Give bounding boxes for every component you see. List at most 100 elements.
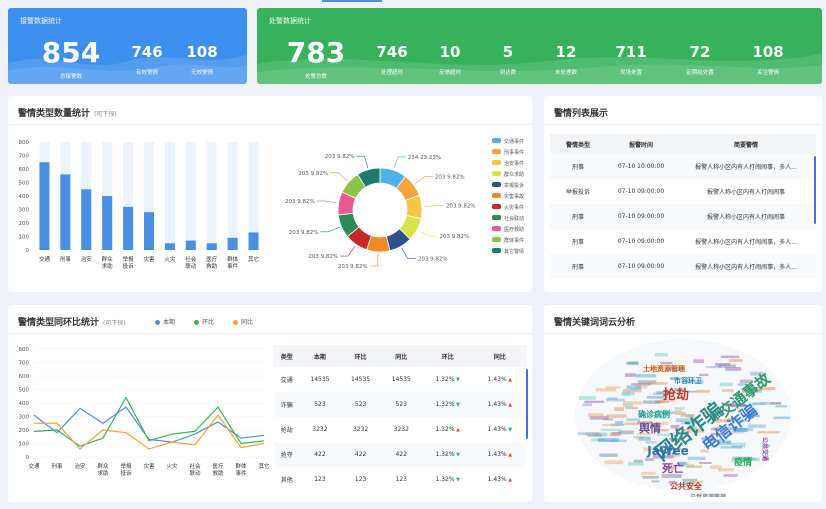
table-cell: 报警人称小区内有人打闹闹事，多人... bbox=[676, 154, 816, 179]
cloud-filler-word bbox=[626, 361, 638, 365]
card-divider bbox=[544, 333, 822, 334]
table-cell: 交通 bbox=[274, 367, 300, 392]
cell-value: 1.32% bbox=[435, 426, 455, 433]
cloud-filler-word bbox=[757, 431, 780, 434]
cloud-word: Jayfee bbox=[646, 444, 689, 458]
wordcloud-card: 警情关键词词云分析 网络诈骗 电信诈骗 交通事故 抢劫 Jayfee 舆情 死亡 疫情 公共安全… bbox=[544, 305, 822, 502]
cloud-filler-word bbox=[587, 434, 602, 437]
table-row[interactable]: 诈骗 523 523 523 1.32% ▼ 1.43% ▲ bbox=[274, 392, 526, 417]
cloud-filler-word bbox=[621, 391, 631, 396]
handle-stat-4[interactable]: 711 现场处置 bbox=[615, 45, 646, 77]
table-row[interactable]: 交通 14535 14535 14535 1.32% ▼ 1.43% ▲ bbox=[274, 367, 526, 392]
handle-stat-3[interactable]: 12 未处理数 bbox=[555, 45, 577, 77]
table-row[interactable]: 举报投诉 07-10 09:00:00 报警人称小区内有人打闹闹事 bbox=[550, 179, 816, 204]
yoy-table-scrollbar[interactable] bbox=[526, 369, 528, 439]
handle-main-stat[interactable]: 783 处警总数 bbox=[287, 39, 345, 81]
cell-value: 14535 bbox=[310, 376, 330, 383]
cell-value: 1.43% bbox=[487, 426, 507, 433]
cloud-filler-word bbox=[722, 389, 734, 392]
cloud-word: 确诊病例 bbox=[638, 409, 670, 419]
x-tick-label: 灾害 bbox=[143, 255, 155, 263]
table-row[interactable]: 刑事 07-10 09:00:00 报警人称小区内有人打闹闹事，多人... bbox=[550, 254, 816, 279]
column-header: 本期 bbox=[299, 345, 341, 367]
handle-stat-0[interactable]: 746 处理超时 bbox=[376, 45, 407, 77]
legend-label: 医疗救助 bbox=[504, 226, 524, 233]
word-cloud: 网络诈骗电信诈骗交通事故抢劫Jayfee舆情死亡 疫情公共安全土地资源管理确诊病例… bbox=[575, 339, 791, 497]
cloud-filler-word bbox=[648, 382, 668, 385]
table-row[interactable]: 抢夺 422 422 422 1.32% ▼ 1.43% ▲ bbox=[274, 442, 526, 467]
table-row[interactable]: 抢劫 3232 3232 3232 1.32% ▲ 1.43% ▼ bbox=[274, 417, 526, 442]
handle-stat-value: 5 bbox=[502, 43, 514, 61]
table-row[interactable]: 其他 123 123 123 1.32% ▼ 1.43% ▲ bbox=[274, 467, 526, 492]
cell-value: 523 bbox=[354, 401, 367, 408]
column-header: 环比 bbox=[340, 345, 381, 367]
legend-item-mom[interactable]: 环比 bbox=[194, 317, 214, 326]
bar bbox=[206, 243, 217, 250]
x-tick-label: 举报 bbox=[123, 255, 135, 263]
table-cell: 1.32% ▼ bbox=[422, 467, 474, 492]
cloud-filler-word bbox=[587, 413, 605, 417]
legend-dot bbox=[155, 320, 160, 325]
donut-label: 203 9.82% bbox=[289, 230, 319, 236]
table-cell: 刑事 bbox=[571, 239, 584, 246]
donut-label: 203 9.82% bbox=[446, 204, 476, 210]
x-tick-label: 刑事 bbox=[51, 462, 63, 470]
handle-stat-5[interactable]: 72 定期结处置 bbox=[686, 45, 714, 77]
cloud-word: 公共交通 bbox=[761, 437, 769, 461]
table-cell: 举报投诉 bbox=[565, 189, 590, 196]
table-row[interactable]: 刑事 07-10 10:00:00 报警人称小区内有人打闹闹事，多人... bbox=[550, 154, 816, 179]
bar bbox=[185, 240, 196, 250]
arrow-down-icon: ▼ bbox=[454, 402, 460, 408]
column-header: 报警时间 bbox=[606, 134, 676, 154]
handle-stat-label: 反馈超时 bbox=[438, 70, 462, 76]
yoy-title[interactable]: 警情类型同环比统计 (可下探) bbox=[18, 315, 126, 328]
cell-value: 523 bbox=[395, 401, 407, 408]
arrow-down-icon: ▼ bbox=[454, 477, 460, 483]
cell-value: 其他 bbox=[280, 477, 293, 484]
table-cell: 刑事 bbox=[550, 154, 606, 179]
x-tick-label: 交通 bbox=[39, 255, 51, 263]
cloud-filler-word bbox=[631, 383, 651, 386]
x-tick-label: 社会 bbox=[189, 462, 201, 470]
alarm-main-label: 总接警数 bbox=[59, 74, 83, 80]
alarm-card-title: 接警数据统计 bbox=[20, 17, 62, 25]
table-row[interactable]: 刑事 07-10 09:00:00 报警人称小区内有人打闹闹事 bbox=[550, 204, 816, 229]
cloud-filler-word bbox=[685, 465, 703, 468]
y-tick-label: 0 bbox=[26, 455, 30, 461]
cell-value: 1.32% bbox=[435, 401, 455, 408]
y-tick-label: 0 bbox=[26, 248, 30, 254]
table-cell: 刑事 bbox=[550, 254, 606, 279]
alarm-stats-card: 接警数据统计 854 总接警数 746 有效警情 108 无效警情 bbox=[8, 8, 247, 84]
cloud-filler-word bbox=[626, 385, 642, 390]
x-tick-label: 医疗 bbox=[206, 255, 218, 263]
handle-stat-label: 关注警情 bbox=[756, 70, 779, 76]
table-cell: 其他 bbox=[274, 467, 300, 492]
cell-value: 523 bbox=[314, 401, 326, 408]
donut-leader-line bbox=[423, 205, 444, 207]
handle-stat-6[interactable]: 108 关注警情 bbox=[752, 45, 783, 77]
legend-label: 举报投诉 bbox=[504, 182, 524, 189]
table-row[interactable]: 刑事 07-10 09:00:00 报警人称小区内有人打闹闹事，多人... bbox=[550, 229, 816, 254]
legend-swatch bbox=[492, 204, 501, 209]
alarm-valid-stat[interactable]: 746 有效警情 bbox=[131, 45, 162, 77]
legend-item-yoy[interactable]: 同比 bbox=[233, 317, 253, 326]
yoy-table: 类型 本期 环比 同比 环比 同比 交通 14535 14535 14535 1.32%… bbox=[274, 345, 526, 492]
cloud-filler-word bbox=[719, 382, 733, 387]
card-divider bbox=[544, 124, 822, 125]
y-tick-label: 200 bbox=[19, 221, 30, 227]
handle-stat-2[interactable]: 5 到达数 bbox=[500, 43, 517, 77]
table-cell: 1.43% ▲ bbox=[474, 367, 526, 392]
handle-stat-label: 处理超时 bbox=[380, 70, 403, 76]
type-count-title[interactable]: 警情类型数量统计 (可下探) bbox=[18, 106, 117, 119]
donut-leader-line bbox=[418, 230, 438, 237]
legend-item-current[interactable]: 本期 bbox=[155, 317, 175, 326]
list-scrollbar[interactable] bbox=[814, 156, 816, 224]
handle-stat-1[interactable]: 10 反馈超时 bbox=[438, 45, 462, 77]
alarm-main-stat[interactable]: 854 总接警数 bbox=[42, 39, 100, 81]
top-tab-indicator[interactable] bbox=[322, 0, 382, 2]
alarm-invalid-stat[interactable]: 108 无效警情 bbox=[186, 45, 217, 77]
table-cell: 1.32% ▼ bbox=[422, 367, 474, 392]
cloud-filler-word bbox=[696, 389, 710, 393]
donut-leader-line bbox=[415, 176, 433, 184]
cloud-filler-word bbox=[579, 396, 596, 400]
